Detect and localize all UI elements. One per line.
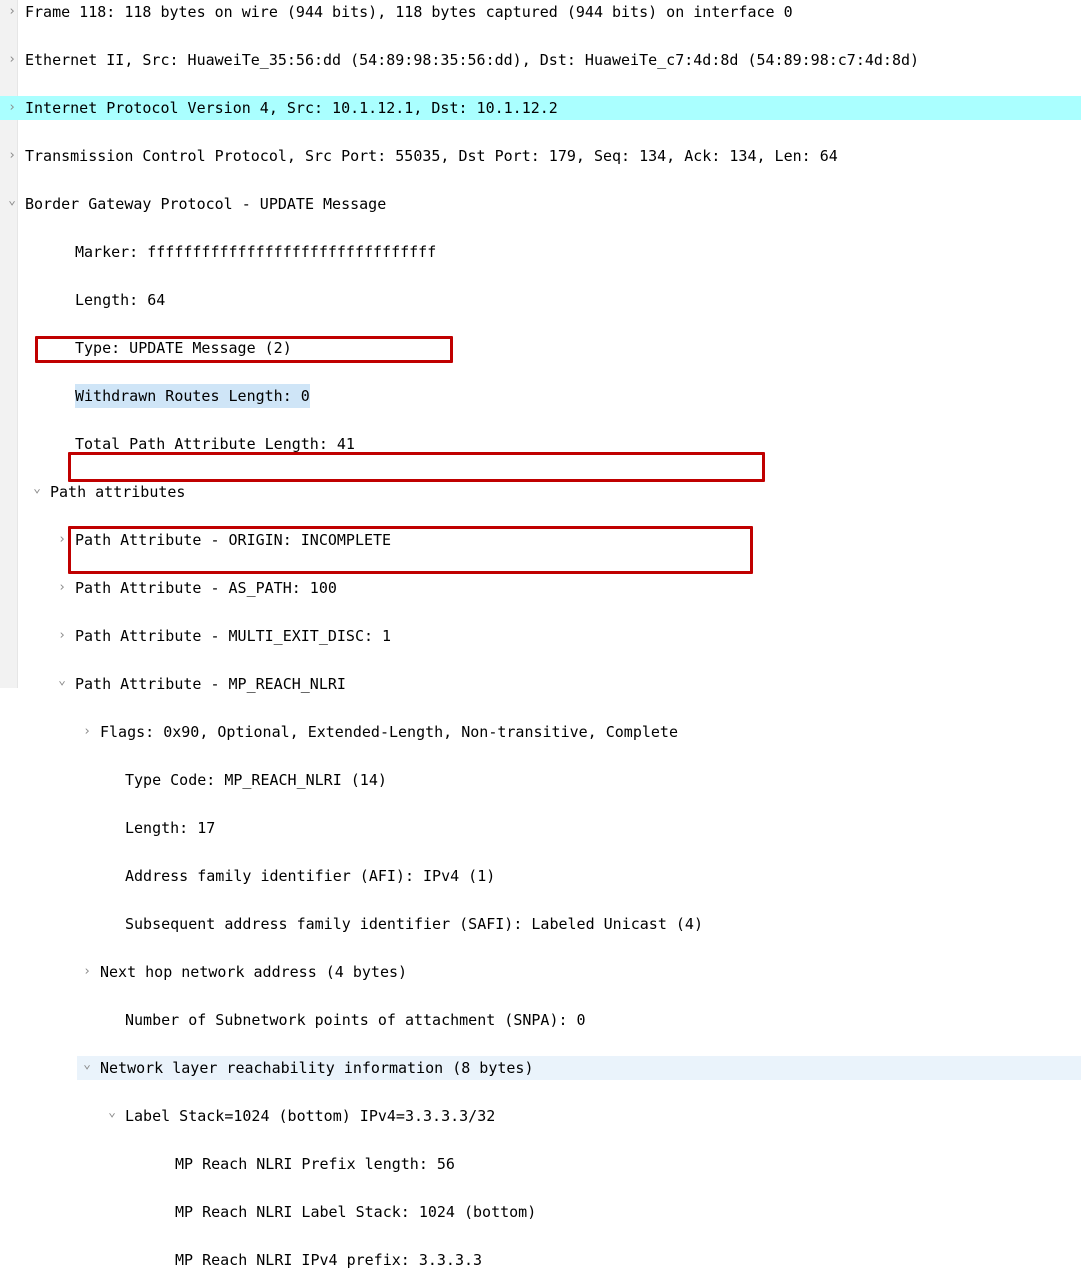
chevron-right-icon[interactable] — [55, 624, 69, 648]
packet-tree-row-label: Type: UPDATE Message (2) — [75, 339, 292, 357]
packet-tree-row-nlri-ipv4-prefix[interactable]: MP Reach NLRI IPv4 prefix: 3.3.3.3 — [0, 1248, 1081, 1272]
packet-tree-row-label: Address family identifier (AFI): IPv4 (1… — [125, 867, 496, 885]
chevron-right-icon[interactable] — [55, 528, 69, 552]
chevron-down-icon[interactable] — [55, 672, 69, 696]
packet-tree-row-label: Path Attribute - MP_REACH_NLRI — [75, 675, 346, 693]
packet-tree-row-type[interactable]: Type: UPDATE Message (2) — [0, 336, 1081, 360]
packet-tree-row-pa-as-path[interactable]: Path Attribute - AS_PATH: 100 — [0, 576, 1081, 600]
packet-tree-row-label: Frame 118: 118 bytes on wire (944 bits),… — [25, 3, 793, 21]
packet-tree-row-ipv4[interactable]: Internet Protocol Version 4, Src: 10.1.1… — [0, 96, 1081, 120]
packet-tree-row-label: MP Reach NLRI IPv4 prefix: 3.3.3.3 — [175, 1251, 483, 1269]
packet-tree-row-label: Next hop network address (4 bytes) — [100, 963, 408, 981]
packet-tree-row-label: Ethernet II, Src: HuaweiTe_35:56:dd (54:… — [25, 51, 920, 69]
packet-tree-row-afi[interactable]: Address family identifier (AFI): IPv4 (1… — [0, 864, 1081, 888]
chevron-down-icon[interactable] — [105, 1104, 119, 1128]
packet-tree-row-label: Withdrawn Routes Length: 0 — [75, 384, 310, 408]
packet-tree-row-attr-length[interactable]: Length: 17 — [0, 816, 1081, 840]
packet-tree-row-flags[interactable]: Flags: 0x90, Optional, Extended-Length, … — [0, 720, 1081, 744]
chevron-right-icon[interactable] — [80, 720, 94, 744]
packet-tree-row-label: Type Code: MP_REACH_NLRI (14) — [125, 771, 387, 789]
packet-tree-row-label: Path attributes — [50, 483, 186, 501]
packet-tree-row-nlri-label-stack[interactable]: MP Reach NLRI Label Stack: 1024 (bottom) — [0, 1200, 1081, 1224]
packet-tree-row-label: Path Attribute - ORIGIN: INCOMPLETE — [75, 531, 392, 549]
chevron-right-icon[interactable] — [5, 48, 19, 72]
packet-tree-row-label: Total Path Attribute Length: 41 — [75, 435, 355, 453]
packet-tree-row-label: Path Attribute - MULTI_EXIT_DISC: 1 — [75, 627, 392, 645]
chevron-right-icon[interactable] — [80, 960, 94, 984]
packet-tree-row-label: Number of Subnetwork points of attachmen… — [125, 1011, 586, 1029]
packet-tree-row-tcp[interactable]: Transmission Control Protocol, Src Port:… — [0, 144, 1081, 168]
packet-tree-row-ethernet[interactable]: Ethernet II, Src: HuaweiTe_35:56:dd (54:… — [0, 48, 1081, 72]
chevron-down-icon[interactable] — [80, 1056, 94, 1080]
packet-tree-row-pa-origin[interactable]: Path Attribute - ORIGIN: INCOMPLETE — [0, 528, 1081, 552]
packet-tree-row-label: Marker: ffffffffffffffffffffffffffffffff — [75, 243, 437, 261]
packet-tree-row-label-stack[interactable]: Label Stack=1024 (bottom) IPv4=3.3.3.3/3… — [0, 1104, 1081, 1128]
packet-tree-row-label: Path Attribute - AS_PATH: 100 — [75, 579, 337, 597]
packet-tree-row-type-code[interactable]: Type Code: MP_REACH_NLRI (14) — [0, 768, 1081, 792]
packet-tree-row-label: Transmission Control Protocol, Src Port:… — [25, 147, 838, 165]
chevron-right-icon[interactable] — [5, 96, 19, 120]
packet-tree-row-label: Border Gateway Protocol - UPDATE Message — [25, 195, 387, 213]
packet-tree-row-marker[interactable]: Marker: ffffffffffffffffffffffffffffffff — [0, 240, 1081, 264]
chevron-right-icon[interactable] — [5, 0, 19, 24]
packet-details-tree[interactable]: Frame 118: 118 bytes on wire (944 bits),… — [0, 0, 1081, 1269]
packet-tree-row-label: MP Reach NLRI Prefix length: 56 — [175, 1155, 455, 1173]
packet-tree-row-label: Length: 64 — [75, 291, 166, 309]
packet-tree-row-label: MP Reach NLRI Label Stack: 1024 (bottom) — [175, 1203, 537, 1221]
packet-tree-row-withdrawn-routes-length[interactable]: Withdrawn Routes Length: 0 — [0, 384, 1081, 408]
packet-tree-row-bgp[interactable]: Border Gateway Protocol - UPDATE Message — [0, 192, 1081, 216]
packet-tree-row-total-path-attribute-length[interactable]: Total Path Attribute Length: 41 — [0, 432, 1081, 456]
packet-tree-row-label: Flags: 0x90, Optional, Extended-Length, … — [100, 723, 678, 741]
packet-tree-row-path-attributes[interactable]: Path attributes — [0, 480, 1081, 504]
packet-tree-row-label: Length: 17 — [125, 819, 216, 837]
packet-tree-row-next-hop[interactable]: Next hop network address (4 bytes) — [0, 960, 1081, 984]
chevron-right-icon[interactable] — [5, 144, 19, 168]
packet-tree-row-label: Internet Protocol Version 4, Src: 10.1.1… — [25, 99, 558, 117]
packet-tree-row-prefix-length[interactable]: MP Reach NLRI Prefix length: 56 — [0, 1152, 1081, 1176]
packet-tree-row-label: Label Stack=1024 (bottom) IPv4=3.3.3.3/3… — [125, 1107, 496, 1125]
packet-tree-row-snpa[interactable]: Number of Subnetwork points of attachmen… — [0, 1008, 1081, 1032]
chevron-down-icon[interactable] — [30, 480, 44, 504]
packet-tree-row-label: Subsequent address family identifier (SA… — [125, 915, 703, 933]
packet-tree-row-frame[interactable]: Frame 118: 118 bytes on wire (944 bits),… — [0, 0, 1081, 24]
packet-tree-row-label: Network layer reachability information (… — [100, 1059, 534, 1077]
packet-tree-row-pa-mp-reach-nlri[interactable]: Path Attribute - MP_REACH_NLRI — [0, 672, 1081, 696]
chevron-right-icon[interactable] — [55, 576, 69, 600]
chevron-down-icon[interactable] — [5, 192, 19, 216]
packet-tree-row-pa-med[interactable]: Path Attribute - MULTI_EXIT_DISC: 1 — [0, 624, 1081, 648]
packet-tree-row-length[interactable]: Length: 64 — [0, 288, 1081, 312]
packet-tree-row-safi[interactable]: Subsequent address family identifier (SA… — [0, 912, 1081, 936]
packet-tree-row-nlri[interactable]: Network layer reachability information (… — [0, 1056, 1081, 1080]
